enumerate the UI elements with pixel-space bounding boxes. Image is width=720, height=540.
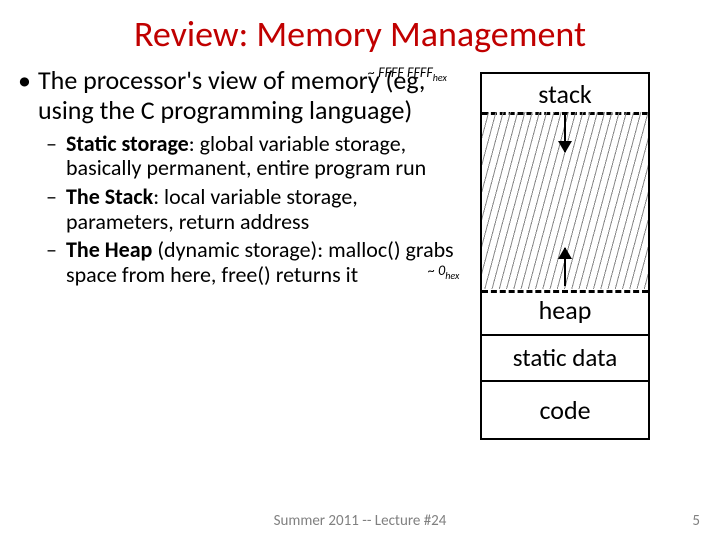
slide-number: 5 [692, 512, 700, 530]
code-section: code [482, 394, 648, 426]
sub-bullet-static: Static storage: global variable storage,… [18, 132, 468, 181]
sub2-label: The Stack [66, 183, 153, 210]
stack-section: stack [482, 78, 648, 110]
slide-body: The processor's view of memory (eg, usin… [0, 56, 720, 292]
solid-line-1 [482, 334, 648, 336]
sub1-label: Static storage [66, 130, 189, 157]
address-low: ~ 0hex [428, 262, 459, 282]
arrow-up-icon [564, 248, 566, 286]
sub-bullet-stack: The Stack: local variable storage, param… [18, 185, 468, 234]
footer-center: Summer 2011 -- Lecture #24 [0, 512, 720, 530]
solid-line-2 [482, 380, 648, 382]
slide-title: Review: Memory Management [0, 0, 720, 56]
sub3-label: The Heap [66, 236, 152, 263]
static-section: static data [482, 342, 648, 373]
address-high: ~ FFFF FFFFhex [368, 64, 447, 84]
arrow-down-icon [564, 114, 566, 152]
sub3-paren: (dynamic storage): [152, 236, 328, 263]
addr-bot-sub: hex [445, 269, 459, 282]
addr-top-sub: hex [433, 71, 447, 84]
text-column: The processor's view of memory (eg, usin… [18, 66, 468, 292]
addr-bot-val: ~ 0 [428, 262, 445, 279]
sub-bullet-heap: The Heap (dynamic storage): malloc() gra… [18, 238, 468, 287]
dash-line-bottom [482, 290, 648, 293]
addr-top-val: ~ FFFF FFFF [368, 64, 433, 81]
memory-diagram: ~ FFFF FFFFhex stack heap static data co… [468, 66, 702, 292]
heap-section: heap [482, 294, 648, 326]
memory-box: stack heap static data code [480, 72, 650, 440]
